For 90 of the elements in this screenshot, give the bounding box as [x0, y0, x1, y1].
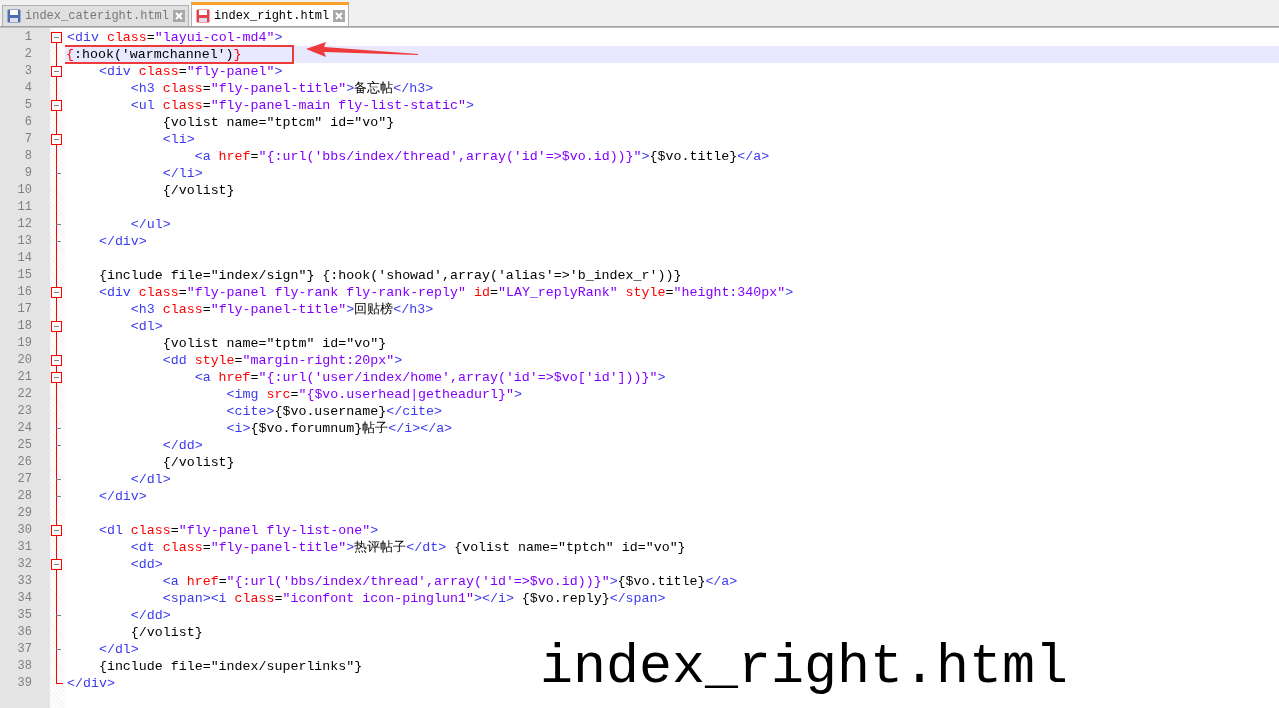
line-number: 30: [16, 522, 33, 539]
code-line: <dd>: [129, 556, 163, 573]
code-line: {/volist}: [129, 624, 203, 641]
line-number: 22: [16, 386, 33, 403]
line-number: 3: [23, 63, 33, 80]
code-line: </dl>: [129, 471, 171, 488]
fold-toggle[interactable]: [51, 100, 62, 111]
line-number: 19: [16, 335, 33, 352]
code-line: <a href="{:url('user/index/home',array('id'=>$vo['id']))}">: [193, 369, 666, 386]
fold-toggle[interactable]: [51, 66, 62, 77]
line-number: 7: [23, 131, 33, 148]
code-line: {:hook('warmchannel')}: [66, 46, 242, 63]
line-number: 39: [16, 675, 33, 692]
line-number: 9: [23, 165, 33, 182]
code-line: <dt class="fly-panel-title">热评帖子</dt> {volist name="tptch" id="vo"}: [129, 539, 686, 556]
code-line: {include file="index/superlinks"}: [97, 658, 363, 675]
code-line: {/volist}: [161, 182, 235, 199]
fold-toggle[interactable]: [51, 559, 62, 570]
line-number: 28: [16, 488, 33, 505]
code-line: <i>{$vo.forumnum}帖子</i></a>: [225, 420, 453, 437]
fold-toggle[interactable]: [51, 32, 62, 43]
line-number: 6: [23, 114, 33, 131]
line-number: 16: [16, 284, 33, 301]
code-line: <dd style="margin-right:20px">: [161, 352, 403, 369]
line-number: 13: [16, 233, 33, 250]
line-number: 20: [16, 352, 33, 369]
line-number: 11: [16, 199, 33, 216]
line-number: 2: [23, 46, 33, 63]
code-line: </div>: [67, 675, 115, 692]
line-number: 38: [16, 658, 33, 675]
code-line: {volist name="tptm" id="vo"}: [161, 335, 387, 352]
code-line: <div class="layui-col-md4">: [67, 29, 283, 46]
line-number: 32: [16, 556, 33, 573]
code-line: <a href="{:url('bbs/index/thread',array('id'=>$vo.id))}">{$vo.title}</a>: [193, 148, 770, 165]
line-number: 18: [16, 318, 33, 335]
code-line: <dl class="fly-panel fly-list-one">: [97, 522, 379, 539]
code-line: {include file="index/sign"} {:hook('showad',array('alias'=>'b_index_r'))}: [97, 267, 682, 284]
line-number: 10: [16, 182, 33, 199]
line-number: 25: [16, 437, 33, 454]
code-line: <a href="{:url('bbs/index/thread',array('id'=>$vo.id))}">{$vo.title}</a>: [161, 573, 738, 590]
line-number: 34: [16, 590, 33, 607]
code-line: </div>: [97, 233, 147, 250]
line-number: 17: [16, 301, 33, 318]
code-line: </div>: [97, 488, 147, 505]
code-line: <cite>{$vo.username}</cite>: [225, 403, 443, 420]
code-line: <span><i class="iconfont icon-pinglun1"></i> {$vo.reply}</span>: [161, 590, 666, 607]
line-number: 8: [23, 148, 33, 165]
code-line: </dd>: [161, 437, 203, 454]
fold-toggle[interactable]: [51, 134, 62, 145]
line-number: 33: [16, 573, 33, 590]
line-number: 4: [23, 80, 33, 97]
code-line: </dl>: [97, 641, 139, 658]
line-number: 15: [16, 267, 33, 284]
fold-toggle[interactable]: [51, 372, 62, 383]
line-number: 35: [16, 607, 33, 624]
close-icon[interactable]: [333, 9, 346, 22]
code-line: <div class="fly-panel">: [97, 63, 283, 80]
caption-text: index_right.html: [540, 640, 1069, 695]
line-number: 29: [16, 505, 33, 522]
code-line: {/volist}: [161, 454, 235, 471]
line-number: 31: [16, 539, 33, 556]
fold-toggle[interactable]: [51, 287, 62, 298]
line-number: 23: [16, 403, 33, 420]
code-line: <h3 class="fly-panel-title">回贴榜</h3>: [129, 301, 434, 318]
fold-toggle[interactable]: [51, 321, 62, 332]
line-number: 1: [23, 29, 33, 46]
line-number: 37: [16, 641, 33, 658]
line-number: 12: [16, 216, 33, 233]
line-number: 21: [16, 369, 33, 386]
code-line: <ul class="fly-panel-main fly-list-static">: [129, 97, 474, 114]
code-line: </ul>: [129, 216, 171, 233]
line-number: 14: [16, 250, 33, 267]
file-tab[interactable]: index_cateright.html: [2, 5, 190, 26]
line-number: 27: [16, 471, 33, 488]
file-tab[interactable]: index_right.html: [191, 2, 350, 26]
code-line: </li>: [161, 165, 203, 182]
code-line: <div class="fly-panel fly-rank fly-rank-reply" id="LAY_replyRank" style="height:340px">: [97, 284, 794, 301]
line-number: 36: [16, 624, 33, 641]
code-line: </dd>: [129, 607, 171, 624]
line-number: 5: [23, 97, 33, 114]
code-line: <h3 class="fly-panel-title">备忘帖</h3>: [129, 80, 434, 97]
code-line: {volist name="tptcm" id="vo"}: [161, 114, 395, 131]
code-line: <dl>: [129, 318, 163, 335]
code-line: <img src="{$vo.userhead|getheadurl}">: [225, 386, 522, 403]
line-number: 26: [16, 454, 33, 471]
close-icon[interactable]: [173, 10, 186, 22]
line-number: 24: [16, 420, 33, 437]
code-line: <li>: [161, 131, 195, 148]
fold-toggle[interactable]: [51, 355, 62, 366]
fold-toggle[interactable]: [51, 525, 62, 536]
